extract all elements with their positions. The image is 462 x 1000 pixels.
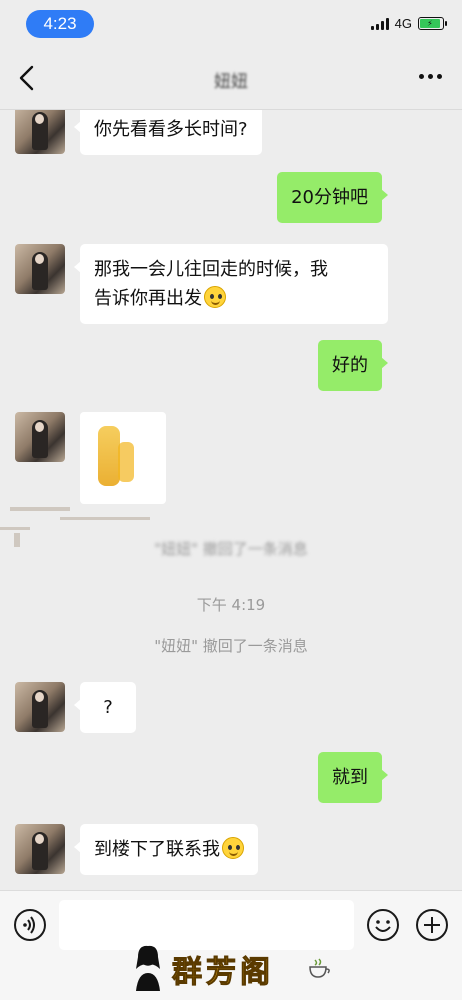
tea-cup-icon [309,958,330,978]
recall-notice: "妞妞" 撤回了一条消息 [154,540,308,558]
message-line: 告诉你再出发 [94,288,202,309]
woman-avatar-icon [136,945,160,991]
smile-emoji-icon [204,286,226,308]
message-bubble-incoming[interactable]: 到楼下了联系我 [74,824,258,875]
chat-area[interactable]: 你先看看多长时间? 20分钟吧 那我一会儿往回走的时候，我 告诉你再出发 好的 … [0,110,462,890]
contact-avatar[interactable] [15,244,65,294]
message-bubble-incoming[interactable]: 你先看看多长时间? [74,110,262,155]
sticker-message[interactable] [80,412,166,504]
status-bar: 4:23 4G ⚡ [0,0,462,46]
battery-fill: ⚡ [420,19,440,28]
message-bubble-incoming[interactable]: ? [74,682,136,733]
contact-avatar[interactable] [15,682,65,732]
timestamp: 下午 4:19 [196,596,266,614]
contact-avatar[interactable] [15,824,65,874]
watermark-text: 群芳阁 [172,955,274,991]
battery-icon: ⚡ [418,17,447,30]
contact-avatar[interactable] [15,412,65,462]
smile-emoji-icon [222,837,244,859]
message-bubble-outgoing[interactable]: 20分钟吧 [277,172,388,223]
message-bubble-incoming[interactable]: 那我一会儿往回走的时候，我 告诉你再出发 [74,244,388,324]
input-bar: 群芳阁 [0,890,462,1000]
status-indicators: 4G ⚡ [370,16,447,31]
emoji-icon[interactable] [366,908,400,942]
chat-title: 妞妞 [214,72,248,92]
message-bubble-outgoing[interactable]: 好的 [318,340,388,391]
message-text: 到楼下了联系我 [94,839,220,860]
plus-icon[interactable] [415,908,449,942]
recall-notice: "妞妞" 撤回了一条消息 [154,637,308,655]
message-bubble-outgoing[interactable]: 就到 [318,752,388,803]
signal-icon [370,17,389,30]
more-icon[interactable] [419,74,442,79]
voice-icon[interactable] [13,908,47,942]
nav-bar: 妞妞 [0,46,462,110]
contact-avatar[interactable] [15,110,65,154]
watermark-logo: 群芳阁 [130,941,335,995]
message-line: 那我一会儿往回走的时候，我 [94,259,328,280]
status-time: 4:23 [26,10,94,38]
network-type: 4G [394,16,412,31]
